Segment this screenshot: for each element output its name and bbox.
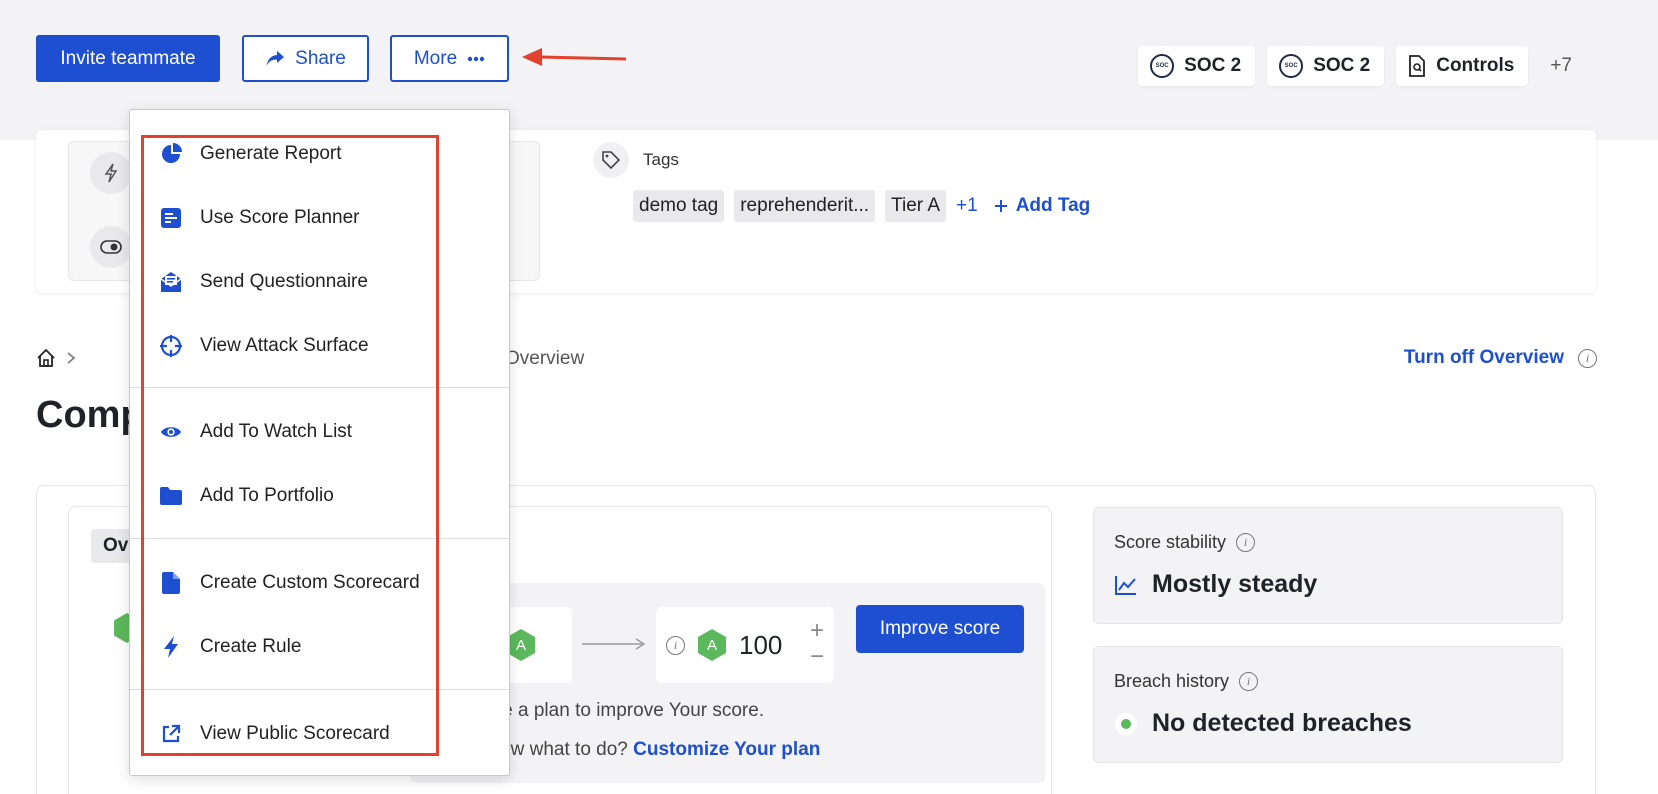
customize-plan-link[interactable]: Customize Your plan [633, 739, 820, 760]
info-icon[interactable]: i [1239, 672, 1259, 691]
menu-item-send-questionnaire[interactable]: Send Questionnaire [160, 265, 368, 299]
badges-more-count[interactable]: +7 [1550, 55, 1572, 77]
annotation-arrow-icon [522, 48, 627, 66]
plus-icon [994, 200, 1007, 212]
svg-text:A: A [516, 637, 526, 654]
document-search-icon [1409, 55, 1426, 77]
grade-hexagon-icon: A [698, 629, 726, 661]
invite-teammate-button[interactable]: Invite teammate [36, 35, 220, 82]
turn-off-overview-link[interactable]: Turn off Overview [1404, 347, 1564, 369]
lightning-icon [160, 636, 182, 658]
menu-item-create-rule[interactable]: Create Rule [160, 630, 301, 664]
status-dot-icon [1115, 712, 1137, 735]
breadcrumb [36, 348, 76, 368]
menu-item-custom-scorecard[interactable]: Create Custom Scorecard [160, 566, 420, 600]
menu-item-watch-list[interactable]: Add To Watch List [160, 415, 352, 449]
plus-icon[interactable]: + [810, 619, 824, 643]
menu-item-public-scorecard[interactable]: View Public Scorecard [160, 717, 390, 751]
external-link-icon [160, 723, 182, 745]
ellipsis-icon [467, 56, 485, 61]
menu-item-attack-surface[interactable]: View Attack Surface [160, 329, 369, 363]
home-icon[interactable] [36, 348, 56, 368]
page-title: Comp [36, 394, 144, 436]
menu-item-generate-report[interactable]: Generate Report [160, 137, 342, 171]
breach-history-card: Breach history i No detected breaches [1093, 646, 1563, 763]
tags-more-count[interactable]: +1 [956, 195, 978, 217]
tags-list: demo tag reprehenderit... Tier A +1 Add … [633, 190, 1090, 222]
grade-hexagon-icon: A [507, 629, 535, 661]
menu-divider [130, 538, 509, 539]
more-button[interactable]: More [390, 35, 509, 82]
questionnaire-icon [160, 271, 182, 293]
menu-item-score-planner[interactable]: Use Score Planner [160, 201, 359, 235]
tag-chip[interactable]: demo tag [633, 190, 725, 222]
tag-chip[interactable]: Tier A [885, 190, 947, 222]
tag-icon [593, 142, 629, 178]
info-icon[interactable]: i [1578, 349, 1597, 368]
badge-soc2[interactable]: SOC SOC 2 [1267, 46, 1385, 86]
compliance-badges: SOC SOC 2 SOC SOC 2 Controls +7 [1138, 46, 1572, 86]
tag-chip[interactable]: reprehenderit... [734, 190, 876, 222]
lightning-icon [90, 152, 132, 194]
target-score-box: i A 100 + − [656, 607, 834, 683]
customize-plan-text: know what to do? Customize Your plan [480, 739, 821, 760]
improve-score-button[interactable]: Improve score [856, 605, 1024, 653]
aicpa-soc2-icon: SOC [1279, 54, 1304, 78]
pie-chart-icon [160, 143, 182, 165]
info-icon[interactable]: i [1236, 533, 1256, 552]
chevron-right-icon [67, 352, 76, 364]
crosshair-icon [160, 335, 182, 357]
menu-item-portfolio[interactable]: Add To Portfolio [160, 479, 334, 513]
breadcrumb-current: Overview [505, 348, 585, 369]
folder-icon [160, 485, 182, 507]
eye-icon [160, 421, 182, 443]
info-icon[interactable]: i [666, 635, 685, 655]
minus-icon[interactable]: − [810, 645, 824, 669]
badge-soc2[interactable]: SOC SOC 2 [1138, 46, 1256, 86]
breach-history-value: No detected breaches [1152, 709, 1412, 737]
menu-divider [130, 387, 509, 388]
planner-icon [160, 207, 182, 229]
score-stability-card: Score stability i Mostly steady [1093, 507, 1563, 624]
share-button[interactable]: Share [242, 35, 369, 82]
badge-controls[interactable]: Controls [1396, 46, 1529, 86]
line-chart-icon [1115, 575, 1136, 595]
svg-text:A: A [707, 637, 717, 654]
tags-label: Tags [643, 150, 679, 169]
score-stability-value: Mostly steady [1152, 570, 1318, 598]
score-stepper[interactable]: + − [810, 619, 824, 669]
menu-divider [130, 689, 509, 690]
generate-plan-text: rate a plan to improve Your score. [480, 700, 765, 721]
target-score: 100 [739, 629, 783, 660]
toggle-icon [90, 226, 132, 268]
more-menu-dropdown: Generate Report Use Score Planner Send Q… [129, 109, 510, 776]
file-icon [160, 572, 182, 594]
share-icon [266, 50, 285, 66]
arrow-right-icon [582, 638, 646, 650]
add-tag-button[interactable]: Add Tag [994, 195, 1090, 217]
aicpa-soc2-icon: SOC [1150, 54, 1175, 78]
